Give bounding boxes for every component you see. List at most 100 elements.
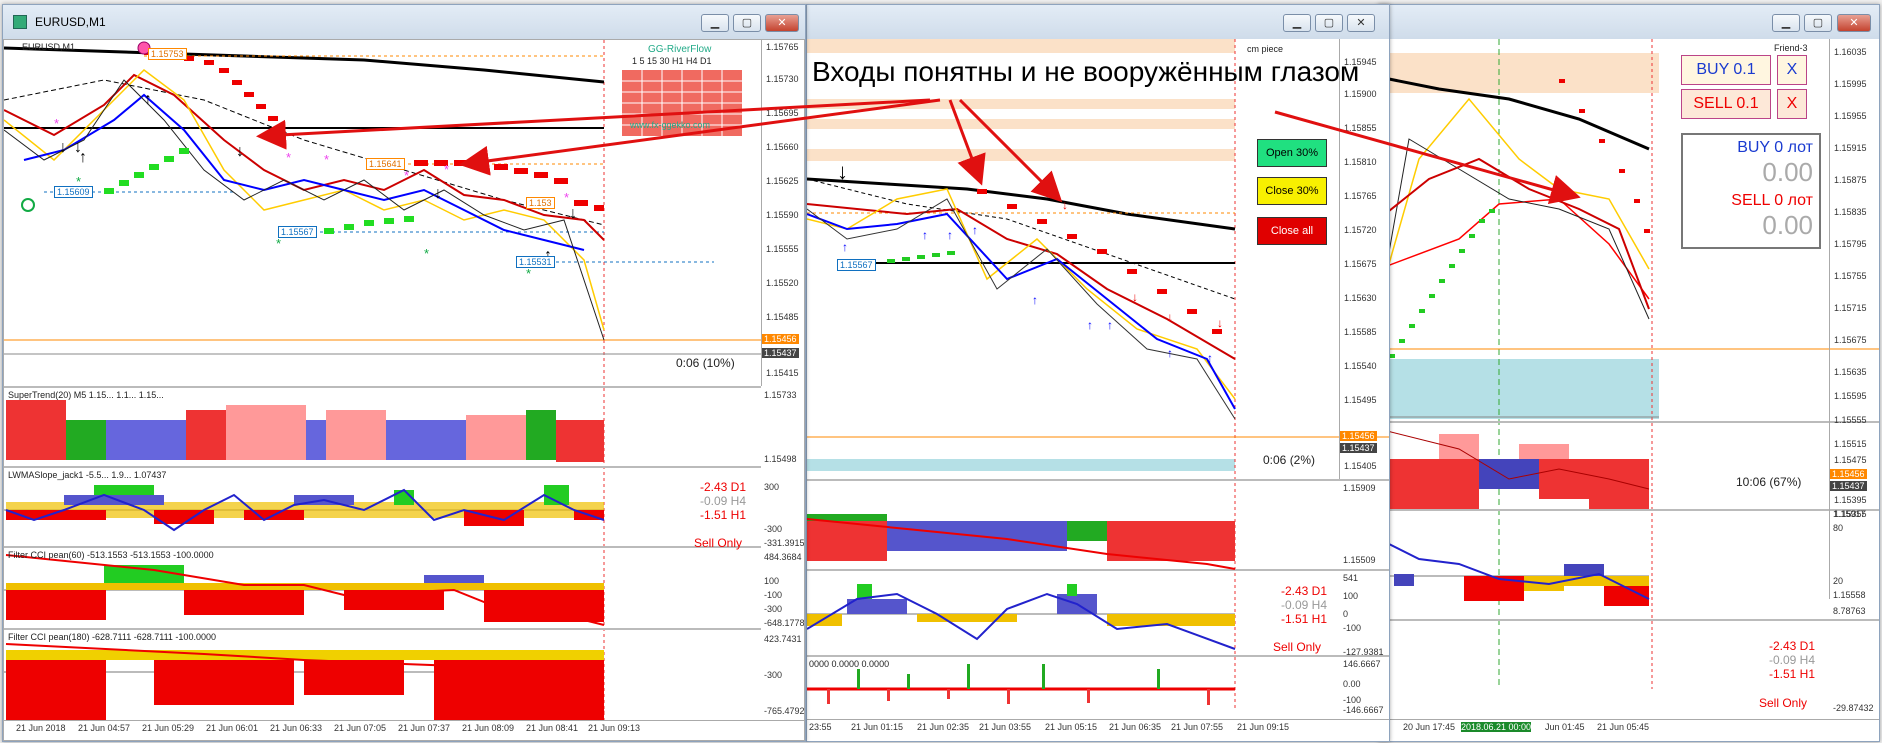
osc-tick: -300 [764, 524, 783, 534]
time-tick: 21 Jun 07:05 [334, 723, 387, 733]
svg-text:↑: ↑ [1107, 318, 1113, 332]
close-button[interactable]: ✕ [1347, 14, 1375, 32]
minimize-button[interactable]: ▁ [701, 14, 729, 32]
time-tick: 21 Jun 09:15 [1237, 722, 1290, 732]
svg-text:↑: ↑ [144, 91, 152, 108]
svg-text:*: * [54, 116, 59, 131]
price-tick: 1.15475 [1834, 455, 1867, 465]
cci60-label: Filter CCI pean(60) -513.1553 -513.1553 … [8, 550, 214, 560]
maximize-button[interactable]: ▢ [733, 14, 761, 32]
minimize-button[interactable]: ▁ [1772, 14, 1800, 32]
svg-text:*: * [276, 236, 281, 251]
lwma-label: LWMASlope_jack1 -5.5... 1.9... 1.07437 [8, 470, 167, 480]
close-button[interactable]: ✕ [1837, 14, 1871, 32]
close-30-button[interactable]: Close 30% [1257, 177, 1327, 205]
svg-text:↓: ↓ [1062, 198, 1068, 212]
time-tick: 20 Jun 17:45 [1403, 722, 1456, 732]
svg-text:↓: ↓ [59, 139, 67, 156]
chart-window-2[interactable]: ▁ ▢ ✕ ↓ ↑ ↑ ↑ ↑ ↑ ↑ ↑ ↑ ↑ ↓ ↓ ↓ ↓ cm pie… [806, 4, 1390, 742]
time-tick: 21 Jun 06:01 [206, 723, 259, 733]
lw-d1-value: -2.43 D1 [1769, 639, 1816, 653]
price-tick: 1.15485 [766, 312, 799, 322]
price-tick: 1.15635 [1834, 367, 1867, 377]
price-tick: 1.15795 [1834, 239, 1867, 249]
close-button[interactable]: ✕ [765, 14, 799, 32]
level-tag: 1.15567 [278, 226, 317, 238]
osc-tick: -29.87432 [1833, 703, 1874, 713]
svg-text:↑: ↑ [79, 149, 87, 166]
osc-tick: 1.15498 [764, 454, 797, 464]
price-tick: 1.15590 [766, 210, 799, 220]
svg-text:↑: ↑ [1167, 346, 1173, 360]
title-bar[interactable]: EURUSD,M1 ▁ ▢ ✕ [3, 5, 805, 39]
price-tick: 1.15515 [1834, 439, 1867, 449]
cmpiece-label: cm piece [1247, 44, 1284, 54]
osc-tick: 541 [1343, 573, 1359, 583]
price-tick: 1.15555 [1834, 415, 1867, 425]
title-bar[interactable]: ▁ ▢ ✕ [1379, 5, 1879, 39]
price-tick: 1.16035 [1834, 47, 1867, 57]
friend-label: Friend-3 [1774, 43, 1808, 53]
chart-area[interactable]: Friend-3 BUY 0.1 X SELL 0.1 X BUY 0 лот … [1379, 39, 1879, 741]
time-tick: 21 Jun 06:33 [270, 723, 323, 733]
minimize-button[interactable]: ▁ [1283, 14, 1311, 32]
price-tick: 1.15630 [1344, 293, 1377, 303]
price-tick: 1.15540 [1344, 361, 1377, 371]
svg-text:↑: ↑ [842, 240, 848, 254]
time-axis: 23:55 21 Jun 01:15 21 Jun 02:35 21 Jun 0… [807, 719, 1389, 741]
time-tick: 21 Jun 2018 [16, 723, 66, 733]
sell-only-label: Sell Only [1759, 696, 1808, 710]
svg-text:↓: ↓ [837, 159, 848, 184]
time-tick: Jun 01:45 [1545, 722, 1585, 732]
svg-text:↓: ↓ [1167, 310, 1173, 324]
osc-tick: 300 [764, 482, 780, 492]
time-tick: 21 Jun 04:57 [78, 723, 131, 733]
svg-text:↓: ↓ [1217, 316, 1223, 330]
svg-text:*: * [526, 266, 531, 281]
lw-h1-value: -1.51 H1 [1281, 612, 1328, 626]
price-tick: 1.15900 [1344, 89, 1377, 99]
sell-button[interactable]: SELL 0.1 [1681, 89, 1771, 119]
svg-text:*: * [286, 150, 291, 165]
title-bar[interactable]: ▁ ▢ ✕ [807, 5, 1389, 39]
osc-tick: 1.15917 [1833, 509, 1866, 519]
osc-tick: 100 [764, 576, 780, 586]
chart-area[interactable]: *** *** **** ↓↓↓↓ ↓↑↑↑ [3, 39, 805, 741]
price-tick: 1.15995 [1834, 79, 1867, 89]
lot-panel: BUY 0 лот 0.00 SELL 0 лот 0.00 [1681, 133, 1821, 249]
maximize-button[interactable]: ▢ [1804, 14, 1832, 32]
supertrend-label: SuperTrend(20) M5 1.15... 1.1... 1.15... [8, 390, 164, 400]
buy-close-x-button[interactable]: X [1777, 55, 1807, 85]
time-tick: 21 Jun 03:55 [979, 722, 1032, 732]
close-all-button[interactable]: Close all [1257, 217, 1327, 245]
osc-tick: -100 [1343, 623, 1362, 633]
chart-area[interactable]: ↓ ↑ ↑ ↑ ↑ ↑ ↑ ↑ ↑ ↑ ↓ ↓ ↓ ↓ cm piece Ope… [807, 39, 1389, 741]
price-tick: 1.15715 [1834, 303, 1867, 313]
price-axis: 1.15945 1.15900 1.15855 1.15810 1.15765 … [1339, 39, 1389, 479]
chart-window-3[interactable]: ▁ ▢ ✕ Friend-3 BUY 0.1 X SELL 0.1 X BUY … [1378, 4, 1880, 742]
buy-button[interactable]: BUY 0.1 [1681, 55, 1771, 85]
price-tick-current: 1.15456 [1340, 431, 1377, 441]
price-tick: 1.15675 [1344, 259, 1377, 269]
osc-tick: 20 [1833, 576, 1844, 586]
svg-text:↓: ↓ [1132, 290, 1138, 304]
sell-close-x-button[interactable]: X [1777, 89, 1807, 119]
price-tick: 1.15695 [766, 108, 799, 118]
price-tick: 1.15765 [1344, 191, 1377, 201]
sell-lot-label: SELL 0 лот [1731, 192, 1813, 209]
time-tick: 21 Jun 01:15 [851, 722, 904, 732]
price-tick: 1.15595 [1834, 391, 1867, 401]
svg-text:*: * [424, 246, 429, 261]
svg-text:↑: ↑ [922, 228, 928, 242]
svg-text:*: * [444, 162, 449, 177]
chart-window-1[interactable]: EURUSD,M1 ▁ ▢ ✕ * * * * * * * * * * ↓ ↓ … [2, 4, 806, 742]
chart-app-icon [13, 15, 27, 29]
maximize-button[interactable]: ▢ [1315, 14, 1343, 32]
open-30-button[interactable]: Open 30% [1257, 139, 1327, 167]
symbol-label: EURUSD,M1 [22, 42, 76, 52]
price-tick: 1.15765 [766, 42, 799, 52]
price-tick: 1.15415 [766, 368, 799, 378]
price-tick-bid: 1.15437 [762, 348, 799, 358]
osc-tick: -146.6667 [1343, 705, 1384, 715]
osc-tick: -300 [764, 604, 783, 614]
